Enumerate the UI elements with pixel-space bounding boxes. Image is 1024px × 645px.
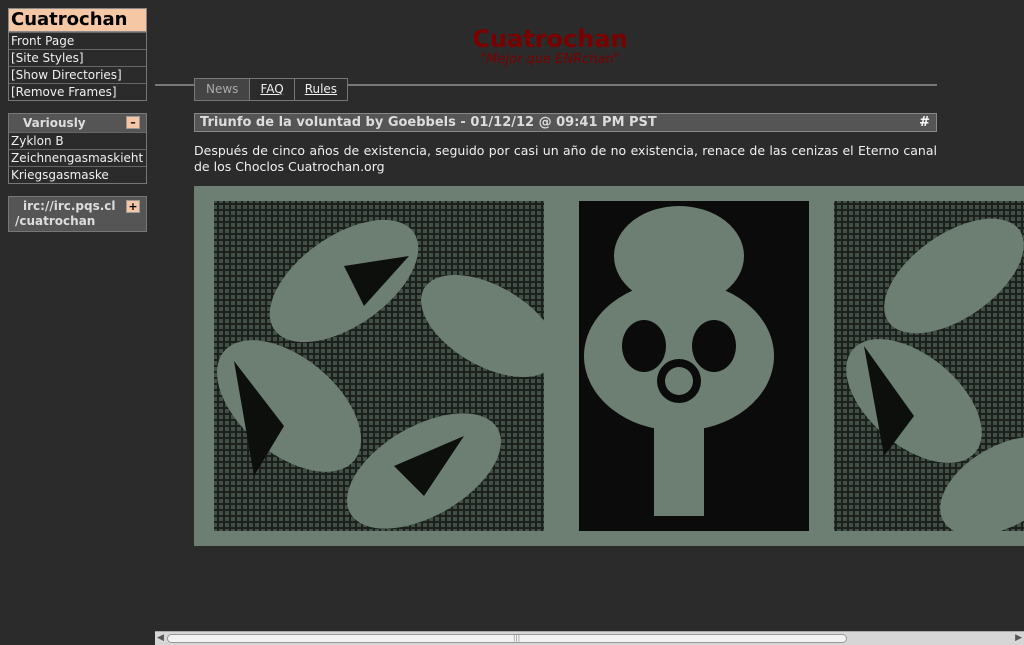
tab-faq[interactable]: FAQ (249, 78, 295, 101)
board-link-zeichnengasmaskieht[interactable]: Zeichnengasmaskieht (9, 149, 146, 166)
sidebar-menu: Front Page [Site Styles] [Show Directori… (8, 32, 147, 101)
tab-news[interactable]: News (194, 78, 251, 101)
scroll-left-icon[interactable]: ◀ (157, 633, 164, 643)
post-heading: Triunfo de la voluntad by Goebbels - 01/… (200, 115, 657, 130)
front-page-link[interactable]: Front Page (9, 32, 146, 49)
irc-address-line2[interactable]: /cuatrochan (15, 214, 142, 229)
show-directories-link[interactable]: [Show Directories] (9, 66, 146, 83)
tab-rules[interactable]: Rules (293, 78, 349, 101)
scrollbar-thumb[interactable]: ||| (167, 634, 847, 643)
permalink-link[interactable]: # (919, 114, 930, 131)
scroll-right-icon[interactable]: ▶ (1015, 633, 1022, 643)
site-styles-link[interactable]: [Site Styles] (9, 49, 146, 66)
site-title: Cuatrochan (8, 8, 147, 32)
page-header: Cuatrochan "Mejor que ENRchan" (155, 26, 945, 68)
section-header: Variously – (9, 114, 146, 132)
page-subtitle: "Mejor que ENRchan" (480, 52, 620, 67)
post-header: Triunfo de la voluntad by Goebbels - 01/… (194, 113, 937, 132)
grip-icon: ||| (513, 634, 521, 642)
irc-section: irc://irc.pqs.cl /cuatrochan + (8, 196, 147, 232)
page-title: Cuatrochan (472, 25, 628, 53)
variously-section: Variously – Zyklon B Zeichnengasmaskieht… (8, 113, 147, 184)
collapse-toggle-button[interactable]: – (126, 116, 140, 129)
post-banner-image (194, 186, 1024, 546)
section-title: Variously (23, 116, 86, 130)
tab-bar: News FAQ Rules (194, 78, 349, 101)
section-items: Zyklon B Zeichnengasmaskieht Kriegsgasma… (9, 132, 146, 183)
expand-toggle-button[interactable]: + (126, 200, 140, 213)
post-body: Después de cinco años de existencia, seg… (194, 143, 937, 174)
horizontal-scrollbar[interactable]: ◀ ||| ▶ (155, 631, 1024, 645)
sidebar: Cuatrochan Front Page [Site Styles] [Sho… (8, 8, 147, 232)
board-link-zyklon-b[interactable]: Zyklon B (9, 132, 146, 149)
irc-address-line1[interactable]: irc://irc.pqs.cl (15, 199, 142, 214)
board-link-kriegsgasmaske[interactable]: Kriegsgasmaske (9, 166, 146, 183)
remove-frames-link[interactable]: [Remove Frames] (9, 83, 146, 100)
